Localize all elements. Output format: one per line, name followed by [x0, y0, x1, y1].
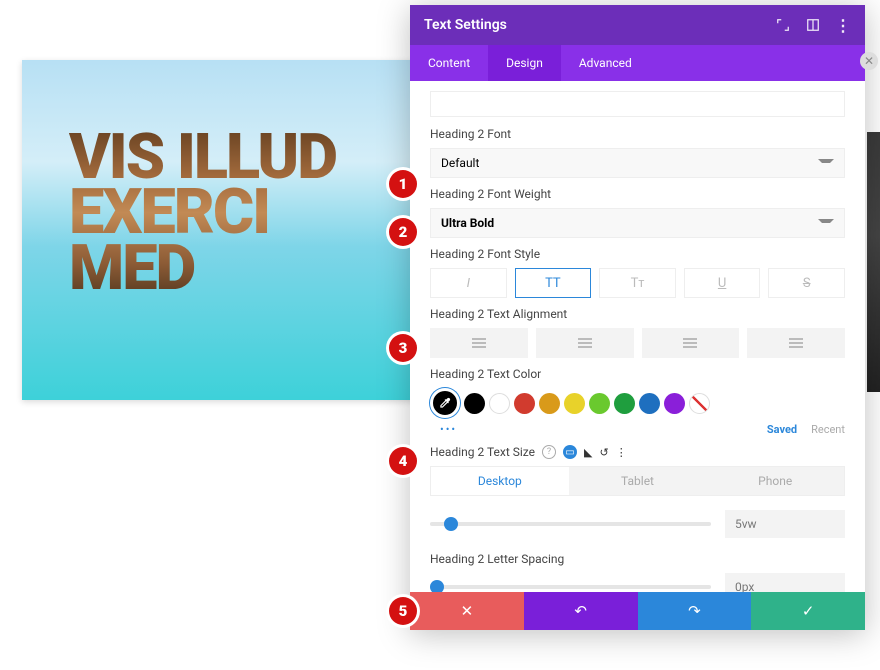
redo-icon: ↷ [688, 602, 701, 620]
spacing-slider-thumb[interactable] [430, 580, 444, 592]
tab-advanced[interactable]: Advanced [561, 45, 650, 81]
align-right-button[interactable] [642, 328, 740, 358]
underline-button[interactable]: U [684, 268, 761, 298]
size-desktop-tab[interactable]: Desktop [431, 467, 569, 495]
expand-icon[interactable] [775, 17, 791, 33]
color-picker-button[interactable] [430, 388, 460, 418]
swatch-lime[interactable] [589, 393, 610, 414]
h2-size-label: Heading 2 Text Size [430, 445, 535, 459]
swatch-red[interactable] [514, 393, 535, 414]
uppercase-button[interactable]: TT [515, 268, 592, 298]
more-icon[interactable]: ⋮ [835, 17, 851, 33]
h2-align-label: Heading 2 Text Alignment [430, 307, 845, 321]
align-left-icon [472, 342, 486, 344]
h2-weight-select[interactable]: Ultra Bold [430, 208, 845, 238]
align-justify-button[interactable] [747, 328, 845, 358]
h2-spacing-label: Heading 2 Letter Spacing [430, 552, 845, 566]
undo-button[interactable]: ↶ [524, 592, 638, 630]
callout-1: 1 [389, 170, 417, 198]
panel-header: Text Settings ⋮ [410, 5, 865, 45]
underline-icon: U [718, 276, 726, 291]
swatch-purple[interactable] [664, 393, 685, 414]
swatch-white[interactable] [489, 393, 510, 414]
italic-icon: I [467, 276, 470, 291]
close-icon: ✕ [461, 602, 474, 620]
align-center-button[interactable] [536, 328, 634, 358]
size-slider-row: 5vw [430, 510, 845, 538]
callout-4: 4 [389, 447, 417, 475]
swatch-none[interactable] [689, 393, 710, 414]
strike-icon: S [803, 276, 811, 291]
more-colors-button[interactable]: ••• [440, 423, 457, 436]
swatch-green[interactable] [614, 393, 635, 414]
swatch-orange[interactable] [539, 393, 560, 414]
text-settings-panel: Text Settings ⋮ Content Design Advanced … [410, 5, 865, 630]
callout-3: 3 [389, 334, 417, 362]
size-tablet-tab[interactable]: Tablet [569, 467, 707, 495]
save-button[interactable]: ✓ [751, 592, 865, 630]
h2-font-value: Default [441, 156, 479, 170]
panel-title: Text Settings [424, 17, 507, 33]
callout-5: 5 [389, 597, 417, 625]
size-device-tabs: Desktop Tablet Phone [430, 466, 845, 496]
eyedropper-icon [438, 396, 452, 410]
uppercase-icon: TT [545, 276, 561, 291]
check-icon: ✓ [802, 602, 815, 620]
italic-button[interactable]: I [430, 268, 507, 298]
align-left-button[interactable] [430, 328, 528, 358]
help-icon[interactable]: ? [542, 445, 556, 459]
saved-colors-tab[interactable]: Saved [767, 423, 797, 436]
swatch-black[interactable] [464, 393, 485, 414]
h2-font-label: Heading 2 Font [430, 127, 845, 141]
color-swatches [430, 388, 845, 418]
hero-line-3: MED [69, 232, 194, 305]
text-align-row [430, 328, 845, 358]
discard-button[interactable]: ✕ [410, 592, 524, 630]
swatch-blue[interactable] [639, 393, 660, 414]
size-value-input[interactable]: 5vw [725, 510, 845, 538]
spacing-slider[interactable] [430, 585, 711, 589]
h2-size-label-row: Heading 2 Text Size ? ▭ ◣ ↺ ⋮ [430, 445, 845, 459]
size-phone-tab[interactable]: Phone [706, 467, 844, 495]
background-strip [867, 132, 880, 392]
panel-tabs: Content Design Advanced [410, 45, 865, 81]
h2-color-label: Heading 2 Text Color [430, 367, 845, 381]
h2-font-select[interactable]: Default [430, 148, 845, 178]
align-center-icon [578, 342, 592, 344]
size-slider[interactable] [430, 522, 711, 526]
callout-2: 2 [389, 218, 417, 246]
size-slider-thumb[interactable] [444, 517, 458, 531]
responsive-icon[interactable]: ▭ [563, 445, 577, 459]
h2-weight-value: Ultra Bold [441, 216, 494, 230]
panel-footer: ✕ ↶ ↷ ✓ [410, 592, 865, 630]
color-tabs: ••• Saved Recent [440, 423, 845, 436]
collapsed-section[interactable] [430, 91, 845, 117]
hover-icon[interactable]: ◣ [584, 446, 592, 459]
reset-icon[interactable]: ↺ [600, 446, 609, 459]
smallcaps-icon: Tᴛ [631, 275, 645, 291]
undo-icon: ↶ [574, 602, 587, 620]
strikethrough-button[interactable]: S [768, 268, 845, 298]
align-right-icon [683, 342, 697, 344]
recent-colors-tab[interactable]: Recent [811, 423, 845, 436]
smallcaps-button[interactable]: Tᴛ [599, 268, 676, 298]
close-overlay-button[interactable]: ✕ [860, 52, 878, 70]
h2-style-label: Heading 2 Font Style [430, 247, 845, 261]
tab-content[interactable]: Content [410, 45, 488, 81]
hero-heading: VIS ILLUD EXERCI MED [69, 130, 336, 296]
columns-icon[interactable] [805, 17, 821, 33]
h2-weight-label: Heading 2 Font Weight [430, 187, 845, 201]
tab-design[interactable]: Design [488, 45, 561, 81]
options-icon[interactable]: ⋮ [616, 446, 627, 459]
panel-body: Heading 2 Font Default Heading 2 Font We… [410, 81, 865, 592]
align-justify-icon [789, 342, 803, 344]
spacing-value-input[interactable]: 0px [725, 573, 845, 592]
spacing-slider-row: 0px [430, 573, 845, 592]
font-style-row: I TT Tᴛ U S [430, 268, 845, 298]
redo-button[interactable]: ↷ [638, 592, 752, 630]
swatch-yellow[interactable] [564, 393, 585, 414]
